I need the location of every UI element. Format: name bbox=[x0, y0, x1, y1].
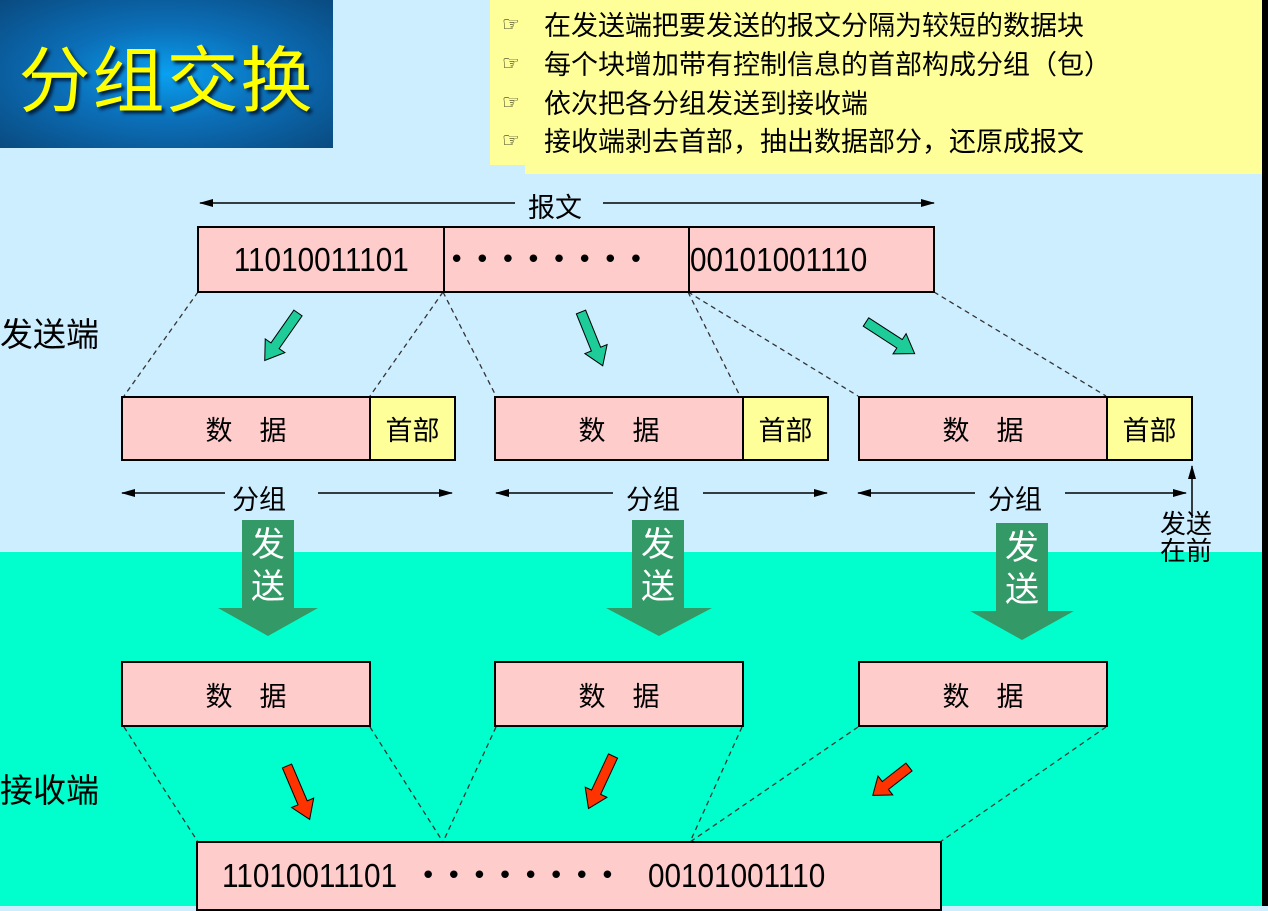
message-label: 报文 bbox=[526, 186, 584, 225]
send-first-note: 发送 在前 bbox=[1160, 512, 1212, 566]
packet-header: 首部 bbox=[742, 396, 829, 461]
receiver-label: 接收端 bbox=[0, 771, 99, 810]
reassemble-arrow-icon bbox=[281, 763, 315, 821]
received-data: 数 据 bbox=[494, 661, 744, 727]
send-arrow-text: 发 送 bbox=[243, 524, 293, 608]
packet-header: 首部 bbox=[1106, 396, 1193, 461]
merge-guides bbox=[123, 726, 1107, 843]
message-segment-end: 00101001110 bbox=[688, 226, 935, 293]
reassembled-end-bits: 00101001110 bbox=[648, 857, 826, 894]
received-data-label: 数 据 bbox=[205, 681, 287, 713]
message-start-bits: 11010011101 bbox=[233, 240, 409, 278]
reassemble-arrow-icon bbox=[584, 753, 619, 810]
send-char: 送 bbox=[1005, 570, 1039, 610]
packet-data-label: 数 据 bbox=[942, 416, 1024, 447]
received-data-label: 数 据 bbox=[578, 681, 660, 713]
message-dots: • • • • • • • • bbox=[449, 244, 645, 275]
received-data: 数 据 bbox=[121, 661, 371, 727]
reassembled-message: 11010011101 • • • • • • • • 00101001110 bbox=[196, 841, 942, 911]
merge-guide bbox=[689, 726, 859, 843]
packet-data-label: 数 据 bbox=[205, 416, 287, 447]
send-first-line: 发送 bbox=[1160, 510, 1213, 540]
send-arrow-text: 发 送 bbox=[633, 524, 683, 608]
packet-header-label: 首部 bbox=[1122, 416, 1177, 447]
send-char: 发 bbox=[641, 525, 675, 565]
packet-label: 分组 bbox=[232, 485, 286, 516]
send-arrow-text: 发 送 bbox=[997, 527, 1047, 611]
split-arrow-icon bbox=[575, 309, 608, 367]
received-data-label: 数 据 bbox=[942, 681, 1024, 713]
send-first-line: 在前 bbox=[1160, 537, 1213, 567]
received-data: 数 据 bbox=[858, 661, 1108, 727]
merge-guide bbox=[369, 726, 444, 843]
split-guide bbox=[933, 291, 1107, 397]
packet-label: 分组 bbox=[626, 485, 680, 516]
packet-header-label: 首部 bbox=[385, 416, 440, 447]
packet-header-label: 首部 bbox=[758, 416, 813, 447]
split-arrow-icon bbox=[264, 309, 303, 362]
send-char: 发 bbox=[1005, 528, 1039, 568]
packet-data-label: 数 据 bbox=[578, 416, 660, 447]
packet-data: 数 据 bbox=[858, 396, 1108, 461]
message-end-bits: 00101001110 bbox=[690, 240, 868, 278]
split-guide bbox=[442, 291, 497, 397]
split-arrow-icon bbox=[862, 317, 916, 355]
packet-header: 首部 bbox=[369, 396, 456, 461]
reassembled-dots: • • • • • • • • bbox=[420, 861, 617, 891]
merge-guide bbox=[939, 726, 1107, 843]
split-guide bbox=[123, 291, 199, 397]
split-guide bbox=[369, 291, 444, 397]
send-char: 发 bbox=[251, 525, 285, 565]
reassemble-arrow-icon bbox=[872, 762, 913, 796]
sender-label: 发送端 bbox=[0, 315, 99, 354]
packet-data: 数 据 bbox=[121, 396, 371, 461]
packet-data: 数 据 bbox=[494, 396, 744, 461]
message-segment-middle: • • • • • • • • bbox=[443, 226, 690, 293]
send-char: 送 bbox=[641, 567, 675, 607]
packet-label: 分组 bbox=[988, 485, 1042, 516]
send-char: 送 bbox=[251, 567, 285, 607]
reassembled-start-bits: 11010011101 bbox=[222, 857, 398, 894]
merge-guide bbox=[123, 726, 199, 843]
merge-guide bbox=[442, 726, 497, 843]
message-segment-start: 11010011101 bbox=[197, 226, 445, 293]
